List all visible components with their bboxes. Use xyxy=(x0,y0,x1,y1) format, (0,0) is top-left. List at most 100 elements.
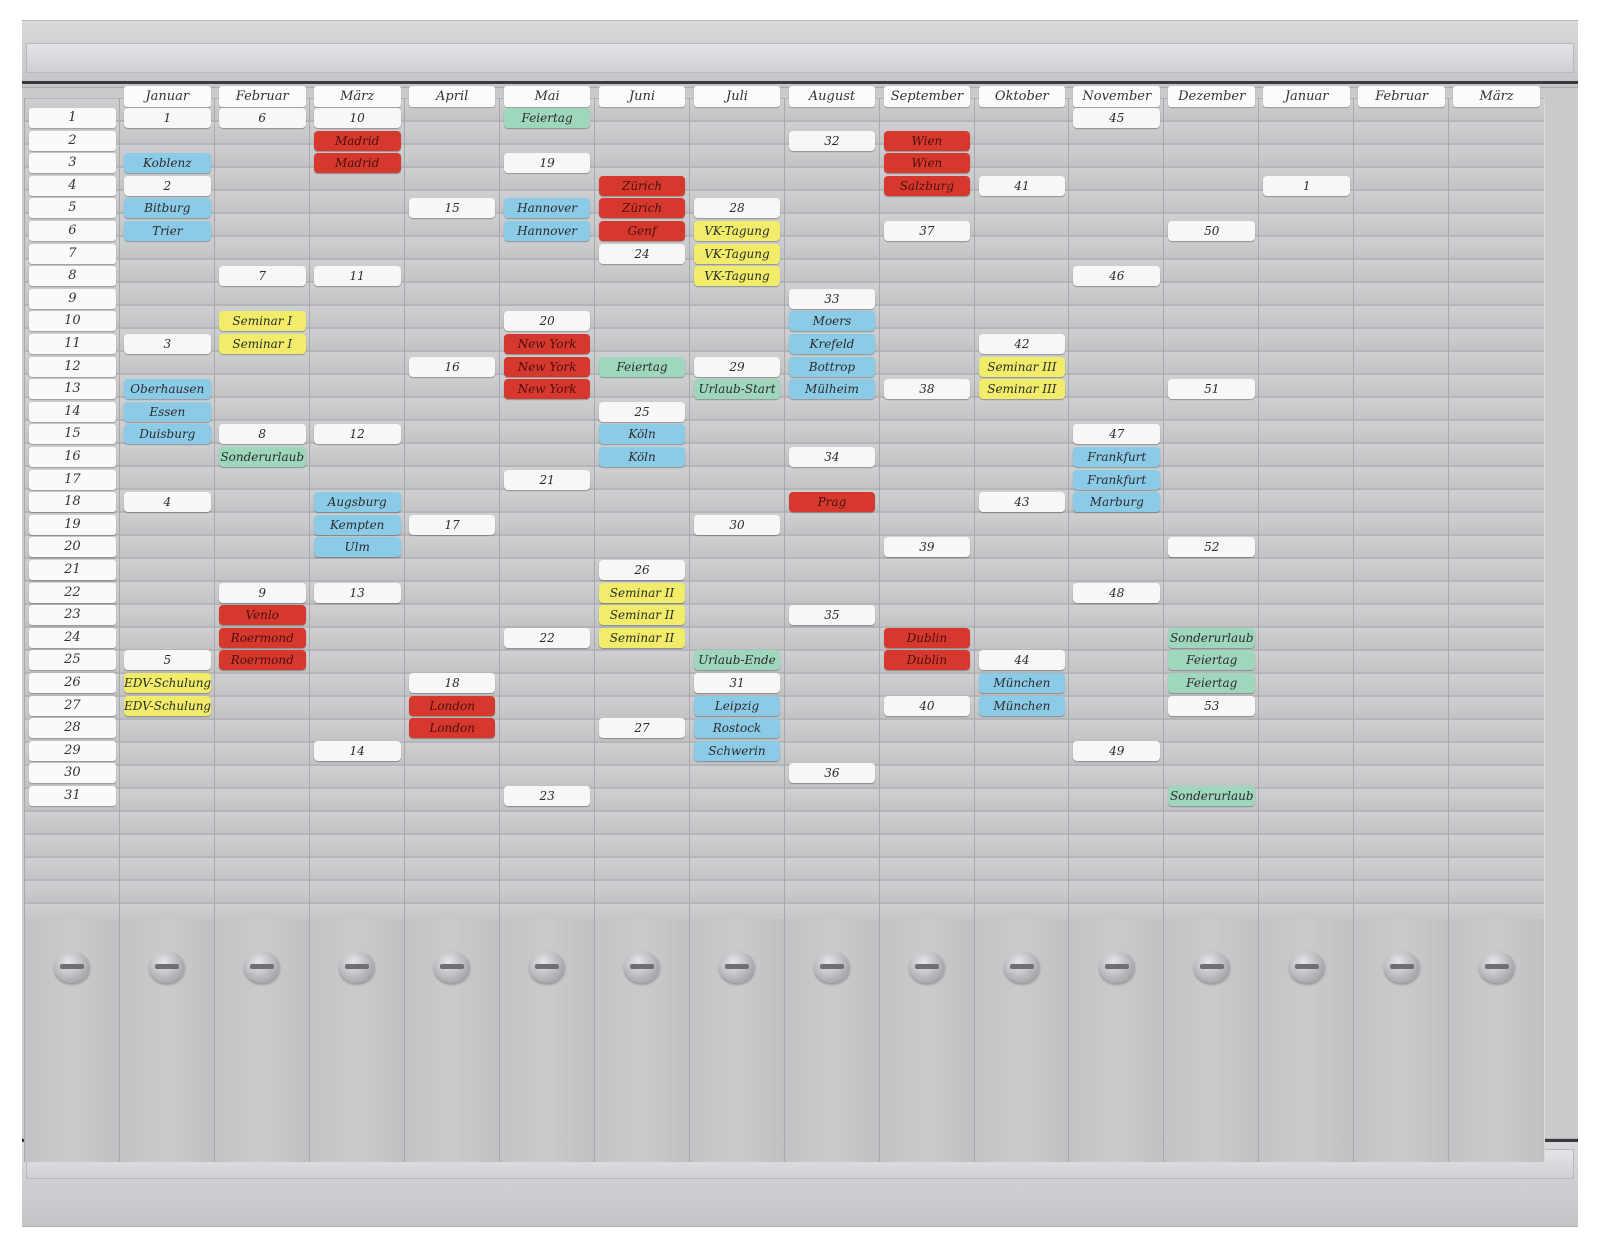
planner-card[interactable]: 32 xyxy=(788,130,876,151)
planner-card[interactable]: 4 xyxy=(123,492,211,513)
planner-card[interactable]: 37 xyxy=(883,221,971,241)
column-knob-icon[interactable] xyxy=(908,951,945,983)
planner-card[interactable]: 25 xyxy=(598,401,686,422)
planner-card[interactable]: 10 xyxy=(313,108,401,128)
planner-card[interactable]: 14 xyxy=(313,740,401,761)
planner-card[interactable]: Bitburg xyxy=(123,198,211,219)
column-knob-icon[interactable] xyxy=(1383,951,1420,983)
planner-card[interactable]: 43 xyxy=(978,492,1066,513)
planner-card[interactable]: Zürich xyxy=(598,175,686,196)
planner-card[interactable]: Seminar III xyxy=(978,379,1066,400)
day-card[interactable]: 10 xyxy=(29,311,116,332)
planner-card[interactable]: Hannover xyxy=(503,198,591,219)
planner-card[interactable]: Krefeld xyxy=(788,334,876,354)
planner-card[interactable]: Köln xyxy=(598,447,686,467)
planner-card[interactable]: Urlaub-Ende xyxy=(693,650,781,671)
planner-card[interactable]: 28 xyxy=(693,198,781,219)
planner-card[interactable]: 47 xyxy=(1073,424,1161,445)
planner-card[interactable]: 26 xyxy=(598,560,686,580)
planner-card[interactable]: New York xyxy=(503,379,591,400)
planner-card[interactable]: Essen xyxy=(123,401,211,422)
planner-card[interactable]: 3 xyxy=(123,334,211,354)
planner-card[interactable]: Roermond xyxy=(218,650,306,671)
planner-card[interactable]: Sonderurlaub xyxy=(1168,627,1256,648)
planner-card[interactable]: 22 xyxy=(503,627,591,648)
day-card[interactable]: 12 xyxy=(29,356,116,377)
planner-card[interactable]: Feiertag xyxy=(1168,650,1256,671)
day-card[interactable]: 15 xyxy=(29,424,116,445)
planner-card[interactable]: Bottrop xyxy=(788,356,876,377)
column-knob-icon[interactable] xyxy=(624,951,661,983)
column-knob-icon[interactable] xyxy=(1288,951,1325,983)
planner-card[interactable]: München xyxy=(978,695,1066,716)
planner-card[interactable]: 44 xyxy=(978,650,1066,671)
planner-card[interactable]: Dublin xyxy=(883,627,971,648)
planner-card[interactable]: Sonderurlaub xyxy=(218,447,306,467)
column-knob-icon[interactable] xyxy=(339,951,376,983)
day-card[interactable]: 18 xyxy=(29,492,116,513)
planner-card[interactable]: 30 xyxy=(693,514,781,535)
planner-card[interactable]: Madrid xyxy=(313,130,401,151)
day-card[interactable]: 27 xyxy=(29,695,116,716)
planner-card[interactable]: Köln xyxy=(598,424,686,445)
column-knob-icon[interactable] xyxy=(813,951,850,983)
planner-card[interactable]: Seminar I xyxy=(218,334,306,354)
planner-card[interactable]: VK-Tagung xyxy=(693,243,781,264)
planner-card[interactable]: Genf xyxy=(598,221,686,241)
day-card[interactable]: 14 xyxy=(29,401,116,422)
planner-card[interactable]: 46 xyxy=(1073,266,1161,287)
planner-card[interactable]: 9 xyxy=(218,582,306,603)
planner-card[interactable]: 13 xyxy=(313,582,401,603)
planner-card[interactable]: Dublin xyxy=(883,650,971,671)
day-card[interactable]: 19 xyxy=(29,514,116,535)
planner-card[interactable]: 1 xyxy=(123,108,211,128)
planner-card[interactable]: 49 xyxy=(1073,740,1161,761)
planner-card[interactable]: Hannover xyxy=(503,221,591,241)
day-card[interactable]: 8 xyxy=(29,266,116,287)
planner-card[interactable]: 5 xyxy=(123,650,211,671)
planner-card[interactable]: Wien xyxy=(883,153,971,174)
planner-card[interactable]: 12 xyxy=(313,424,401,445)
day-card[interactable]: 22 xyxy=(29,582,116,603)
planner-card[interactable]: VK-Tagung xyxy=(693,266,781,287)
planner-card[interactable]: Frankfurt xyxy=(1073,447,1161,467)
planner-card[interactable]: 11 xyxy=(313,266,401,287)
column-knob-icon[interactable] xyxy=(1003,951,1040,983)
planner-card[interactable]: Salzburg xyxy=(883,175,971,196)
planner-card[interactable]: Roermond xyxy=(218,627,306,648)
planner-card[interactable]: 19 xyxy=(503,153,591,174)
planner-card[interactable]: VK-Tagung xyxy=(693,221,781,241)
planner-card[interactable]: 21 xyxy=(503,469,591,490)
planner-card[interactable]: 51 xyxy=(1168,379,1256,400)
day-card[interactable]: 20 xyxy=(29,537,116,558)
planner-card[interactable]: Koblenz xyxy=(123,153,211,174)
planner-card[interactable]: 34 xyxy=(788,447,876,467)
planner-card[interactable]: Ulm xyxy=(313,537,401,558)
day-card[interactable]: 26 xyxy=(29,673,116,693)
planner-card[interactable]: 33 xyxy=(788,288,876,309)
planner-card[interactable]: Seminar I xyxy=(218,311,306,332)
planner-card[interactable]: Feiertag xyxy=(598,356,686,377)
column-knob-icon[interactable] xyxy=(244,951,281,983)
day-card[interactable]: 11 xyxy=(29,334,116,354)
day-card[interactable]: 7 xyxy=(29,243,116,264)
planner-card[interactable]: 23 xyxy=(503,786,591,806)
planner-card[interactable]: Augsburg xyxy=(313,492,401,513)
planner-card[interactable]: Zürich xyxy=(598,198,686,219)
column-knob-icon[interactable] xyxy=(529,951,566,983)
planner-card[interactable]: New York xyxy=(503,334,591,354)
planner-card[interactable]: Madrid xyxy=(313,153,401,174)
column-knob-icon[interactable] xyxy=(718,951,755,983)
planner-card[interactable]: Wien xyxy=(883,130,971,151)
day-card[interactable]: 24 xyxy=(29,627,116,648)
planner-card[interactable]: Leipzig xyxy=(693,695,781,716)
day-card[interactable]: 5 xyxy=(29,198,116,219)
planner-card[interactable]: 2 xyxy=(123,175,211,196)
day-card[interactable]: 16 xyxy=(29,447,116,467)
column-knob-icon[interactable] xyxy=(434,951,471,983)
planner-card[interactable]: 15 xyxy=(408,198,496,219)
planner-card[interactable]: Seminar II xyxy=(598,605,686,626)
day-card[interactable]: 4 xyxy=(29,175,116,196)
planner-card[interactable]: 20 xyxy=(503,311,591,332)
planner-card[interactable]: 40 xyxy=(883,695,971,716)
